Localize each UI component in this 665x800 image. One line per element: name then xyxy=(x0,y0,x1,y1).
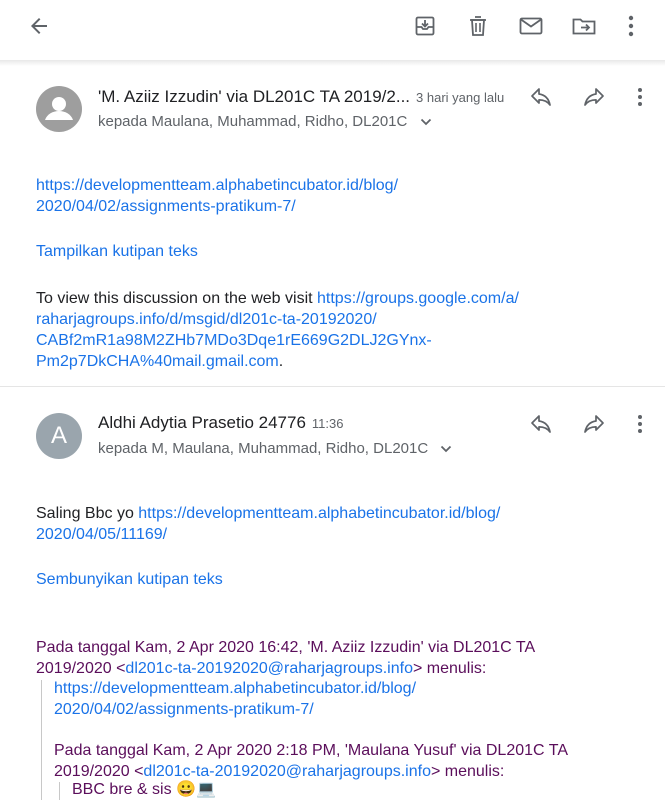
quote-attribution: 2019/2020 < xyxy=(36,660,126,677)
blog-link[interactable]: https://developmentteam.alphabetincubato… xyxy=(54,680,416,718)
link-part: raharjagroups.info/d/msgid/dl201c-ta-201… xyxy=(36,311,377,328)
link-part: https://groups.google.com/a/ xyxy=(317,290,519,307)
blog-link[interactable]: https://developmentteam.alphabetincubato… xyxy=(36,177,398,215)
discussion-prefix: To view this discussion on the web visit xyxy=(36,290,318,307)
sender-name: Aldhi Adytia Prasetio 24776 xyxy=(98,413,306,432)
quote-attribution: Pada tanggal Kam, 2 Apr 2020 2:18 PM, 'M… xyxy=(54,742,568,759)
discussion-text: To view this discussion on the web visit… xyxy=(36,288,636,372)
more-vert-icon[interactable] xyxy=(615,10,647,42)
recipients: kepada Maulana, Muhammad, Ridho, DL201C xyxy=(98,113,408,130)
email-link[interactable]: dl201c-ta-20192020@raharjagroups.info xyxy=(125,660,413,677)
quote-attribution: > menulis: xyxy=(412,660,487,677)
sender-line[interactable]: Aldhi Adytia Prasetio 24776 11:36 xyxy=(98,413,344,433)
recipients: kepada M, Maulana, Muhammad, Ridho, DL20… xyxy=(98,440,429,457)
quote-bar-nested xyxy=(59,782,60,800)
avatar-letter: A xyxy=(50,422,67,449)
person-icon xyxy=(45,97,73,120)
more-vert-icon[interactable] xyxy=(626,83,654,111)
message-time: 11:36 xyxy=(311,416,344,431)
mail-icon[interactable] xyxy=(515,10,547,42)
delete-icon[interactable] xyxy=(462,10,494,42)
top-toolbar xyxy=(0,0,665,60)
sender-line[interactable]: 'M. Aziiz Izzudin' via DL201C TA 2019/2.… xyxy=(98,87,504,107)
body-text: Saling Bbc yo xyxy=(36,505,139,522)
link-part: 2020/04/02/assignments-pratikum-7/ xyxy=(54,701,314,718)
chevron-down-icon xyxy=(420,118,431,126)
quote-header-2: Pada tanggal Kam, 2 Apr 2020 2:18 PM, 'M… xyxy=(54,740,654,782)
message-time: 3 hari yang lalu xyxy=(416,90,505,105)
toolbar-shadow xyxy=(0,60,665,66)
link-part: https://developmentteam.alphabetincubato… xyxy=(138,505,501,522)
forward-icon[interactable] xyxy=(580,410,608,438)
quoted-link: https://developmentteam.alphabetincubato… xyxy=(54,678,416,720)
email-link[interactable]: dl201c-ta-20192020@raharjagroups.info xyxy=(143,763,431,780)
avatar[interactable] xyxy=(36,86,82,132)
move-to-icon[interactable] xyxy=(568,10,600,42)
reply-icon[interactable] xyxy=(527,83,555,111)
hide-quote-link[interactable]: Sembunyikan kutipan teks xyxy=(36,569,223,590)
quote-attribution: > menulis: xyxy=(430,763,505,780)
archive-icon[interactable] xyxy=(409,10,441,42)
discussion-suffix: . xyxy=(278,353,284,370)
message-divider xyxy=(0,386,665,387)
forward-icon[interactable] xyxy=(580,83,608,111)
quoted-text: BBC bre & sis 😀💻 xyxy=(72,781,216,798)
message-body: https://developmentteam.alphabetincubato… xyxy=(36,175,398,217)
sender-name: 'M. Aziiz Izzudin' via DL201C TA 2019/2.… xyxy=(98,87,411,106)
reply-icon[interactable] xyxy=(527,410,555,438)
recipients-line[interactable]: kepada M, Maulana, Muhammad, Ridho, DL20… xyxy=(98,440,452,457)
back-arrow-icon[interactable] xyxy=(23,10,55,42)
show-quote-link[interactable]: Tampilkan kutipan teks xyxy=(36,241,198,262)
recipients-line[interactable]: kepada Maulana, Muhammad, Ridho, DL201C xyxy=(98,113,432,130)
quote-bar xyxy=(41,680,42,800)
link-part: 2020/04/05/11169/ xyxy=(36,526,168,543)
message-body: Saling Bbc yo https://developmentteam.al… xyxy=(36,503,636,545)
quote-attribution: 2019/2020 < xyxy=(54,763,144,780)
link-part: https://developmentteam.alphabetincubato… xyxy=(36,177,399,194)
link-part: 2020/04/02/assignments-pratikum-7/ xyxy=(36,198,296,215)
more-vert-icon[interactable] xyxy=(626,410,654,438)
link-part: Pm2p7DkCHA%40mail.gmail.com xyxy=(36,353,279,370)
avatar[interactable]: A xyxy=(36,413,82,459)
quote-header-1: Pada tanggal Kam, 2 Apr 2020 16:42, 'M. … xyxy=(36,637,646,679)
chevron-down-icon xyxy=(441,445,452,453)
link-part: CABf2mR1a98M2ZHb7MDo3Dqe1rE669G2DLJ2GYnx… xyxy=(36,332,432,349)
link-part: https://developmentteam.alphabetincubato… xyxy=(54,680,417,697)
quote-attribution: Pada tanggal Kam, 2 Apr 2020 16:42, 'M. … xyxy=(36,639,536,656)
